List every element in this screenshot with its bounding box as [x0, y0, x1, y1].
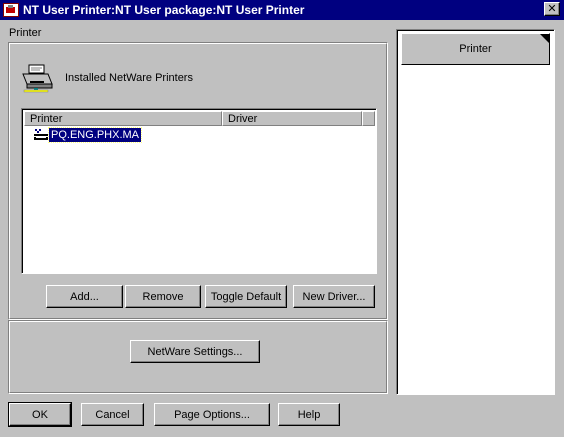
page-list: Printer — [396, 29, 555, 395]
printer-list[interactable]: Printer Driver PQ.ENG.PHX.MA — [21, 108, 377, 274]
toggle-default-button[interactable]: Toggle Default — [205, 285, 287, 308]
netware-settings-button[interactable]: NetWare Settings... — [130, 340, 260, 363]
cancel-button[interactable]: Cancel — [81, 403, 144, 426]
printer-row[interactable]: PQ.ENG.PHX.MA — [34, 126, 143, 143]
add-button[interactable]: Add... — [46, 285, 123, 308]
installed-printers-label: Installed NetWare Printers — [65, 72, 193, 84]
page-tab-printer[interactable]: Printer — [401, 33, 550, 65]
close-button[interactable]: ✕ — [544, 2, 560, 16]
close-icon: ✕ — [547, 2, 557, 15]
remove-button[interactable]: Remove — [125, 285, 201, 308]
new-driver-button[interactable]: New Driver... — [293, 285, 375, 308]
section-label: Printer — [9, 27, 42, 39]
printer-icon — [22, 64, 53, 93]
column-header-driver[interactable]: Driver — [222, 111, 362, 126]
column-header-filler — [362, 111, 375, 126]
column-header-printer[interactable]: Printer — [24, 111, 222, 126]
title-bar: NT User Printer:NT User package:NT User … — [0, 0, 564, 20]
page-tab-label: Printer — [459, 43, 492, 55]
help-button[interactable]: Help — [278, 403, 340, 426]
printer-queue-icon — [34, 128, 48, 140]
page-corner-icon — [540, 34, 549, 43]
list-header: Printer Driver — [24, 111, 375, 126]
window-title: NT User Printer:NT User package:NT User … — [23, 3, 305, 17]
ok-button[interactable]: OK — [8, 402, 72, 427]
page-options-button[interactable]: Page Options... — [154, 403, 270, 426]
app-icon[interactable] — [3, 3, 19, 17]
printer-name: PQ.ENG.PHX.MA — [47, 126, 143, 143]
